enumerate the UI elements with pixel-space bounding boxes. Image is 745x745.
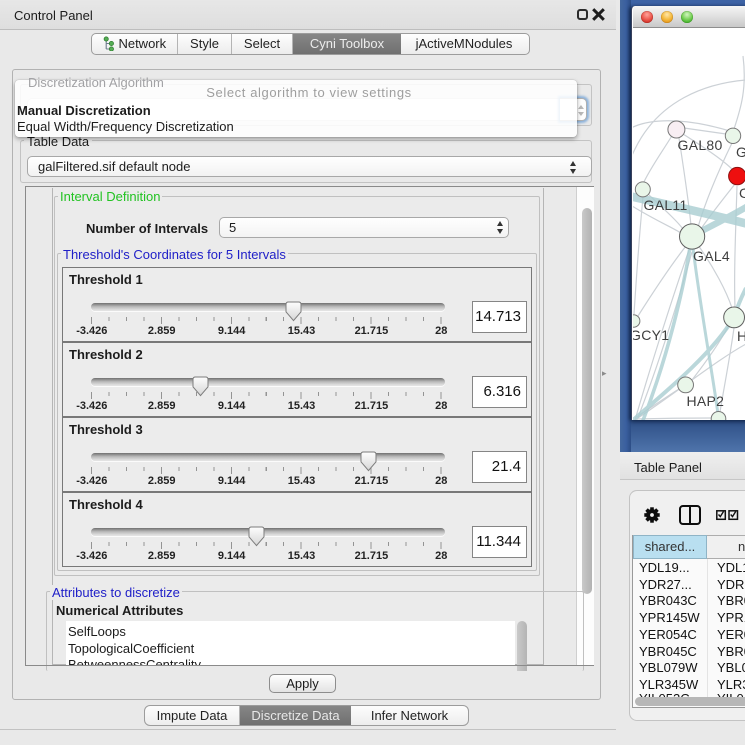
svg-text:GAL80: GAL80 xyxy=(677,137,722,153)
svg-text:HAP2: HAP2 xyxy=(686,393,724,409)
svg-text:GAL4: GAL4 xyxy=(693,248,730,264)
svg-text:GAL11: GAL11 xyxy=(643,197,687,213)
svg-text:C: C xyxy=(739,185,745,201)
svg-text:H: H xyxy=(737,328,745,344)
svg-text:GA: GA xyxy=(736,144,745,160)
svg-text:GCY1: GCY1 xyxy=(633,327,669,343)
